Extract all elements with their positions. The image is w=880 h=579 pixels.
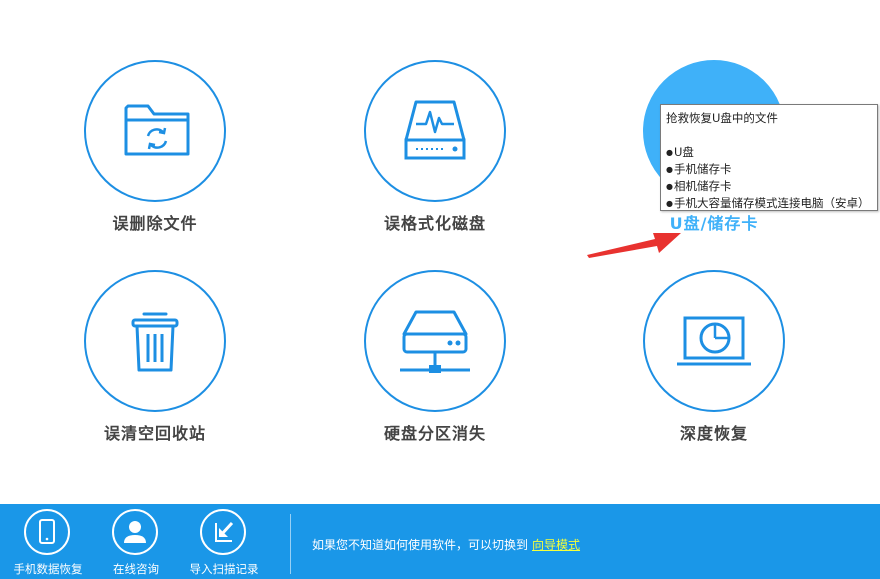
tile-circle[interactable]: [364, 270, 506, 412]
tooltip-item: 手机大容量储存模式连接电脑（安卓）: [666, 195, 872, 210]
folder-recycle-icon: [124, 104, 190, 156]
tile-label: 误清空回收站: [103, 424, 206, 443]
footer-bar: 手机数据恢复 在线咨询 导入扫描记录 如果您不知道如何使用软件，可以切换到 向导…: [0, 504, 880, 579]
tile-circle[interactable]: [84, 270, 226, 412]
tile-label: 深度恢复: [679, 424, 748, 443]
disk-pulse-icon: [404, 100, 466, 160]
tooltip-title: 抢救恢复U盘中的文件: [666, 111, 778, 125]
tile-label: 误删除文件: [112, 214, 198, 233]
phone-recovery-label: 手机数据恢复: [13, 562, 83, 576]
app-window: 误删除文件 误格式化磁盘 U盘/储存卡 误清空回收站 硬盘分区消失 深度恢复 抢…: [0, 0, 880, 579]
tooltip-item: U盘: [666, 144, 872, 161]
wizard-mode-link[interactable]: 向导模式: [532, 538, 580, 552]
usb-tooltip: 抢救恢复U盘中的文件 U盘 手机储存卡 相机储存卡 手机大容量储存模式连接电脑（…: [660, 104, 878, 211]
hint-text: 如果您不知道如何使用软件，可以切换到: [312, 538, 529, 552]
trash-bin-icon: [131, 312, 179, 372]
phone-recovery-button[interactable]: 手机数据恢复: [8, 504, 88, 579]
import-scan-label: 导入扫描记录: [189, 562, 259, 576]
phone-icon: [24, 509, 70, 555]
tooltip-item: 手机储存卡: [666, 161, 872, 178]
user-support-icon: [112, 509, 158, 555]
import-scan-button[interactable]: 导入扫描记录: [184, 504, 264, 579]
tile-circle[interactable]: [364, 60, 506, 202]
tile-label: 误格式化磁盘: [383, 214, 486, 233]
help-hint: 如果您不知道如何使用软件，可以切换到 向导模式: [312, 536, 580, 553]
tile-label: 硬盘分区消失: [383, 424, 486, 443]
tile-circle[interactable]: [643, 270, 785, 412]
tooltip-item: 相机储存卡: [666, 178, 872, 195]
network-drive-icon: [400, 310, 470, 373]
red-arrow-icon: [587, 233, 681, 258]
online-consult-label: 在线咨询: [113, 562, 159, 576]
tile-circle[interactable]: [84, 60, 226, 202]
online-consult-button[interactable]: 在线咨询: [96, 504, 176, 579]
footer-divider: [290, 514, 291, 574]
import-arrow-icon: [200, 509, 246, 555]
laptop-scan-icon: [677, 316, 751, 366]
